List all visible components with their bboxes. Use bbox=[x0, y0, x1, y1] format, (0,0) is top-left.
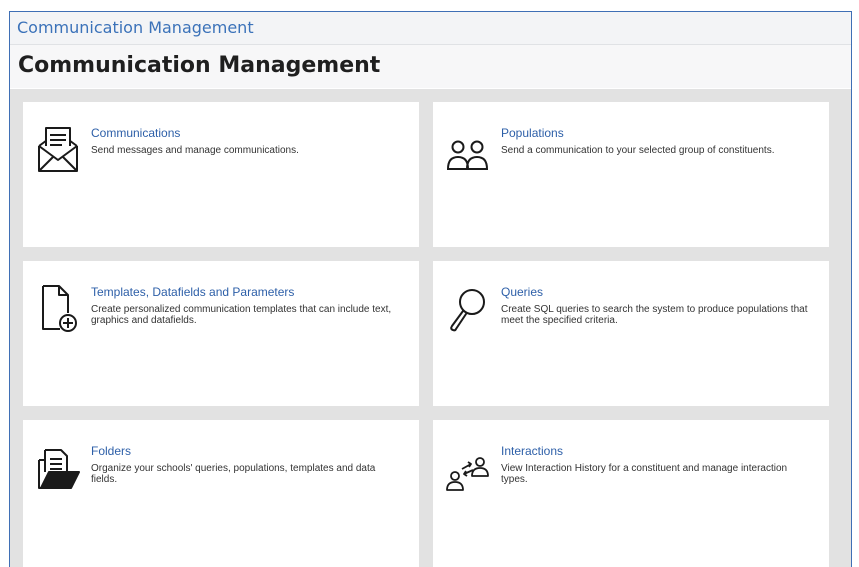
page-title: Communication Management bbox=[18, 53, 381, 78]
people-icon bbox=[445, 124, 491, 174]
envelope-open-icon bbox=[35, 124, 81, 174]
card-title[interactable]: Templates, Datafields and Parameters bbox=[91, 285, 294, 299]
card-description: Send messages and manage communications. bbox=[91, 145, 299, 156]
card-description: Organize your schools' queries, populati… bbox=[91, 463, 376, 485]
card-description: Create SQL queries to search the system … bbox=[501, 304, 808, 326]
document-add-icon bbox=[35, 283, 81, 333]
card-populations[interactable]: Populations Send a communication to your… bbox=[433, 102, 829, 247]
folder-documents-icon bbox=[35, 442, 81, 492]
app-frame: Communication Management Communication M… bbox=[9, 11, 852, 567]
card-title[interactable]: Populations bbox=[501, 126, 564, 140]
card-templates[interactable]: Templates, Datafields and Parameters Cre… bbox=[23, 261, 419, 406]
card-folders[interactable]: Folders Organize your schools' queries, … bbox=[23, 420, 419, 567]
card-title[interactable]: Communications bbox=[91, 126, 180, 140]
card-communications[interactable]: Communications Send messages and manage … bbox=[23, 102, 419, 247]
card-title[interactable]: Interactions bbox=[501, 444, 563, 458]
card-description: Send a communication to your selected gr… bbox=[501, 145, 775, 156]
card-description: View Interaction History for a constitue… bbox=[501, 463, 788, 485]
title-bar: Communication Management bbox=[10, 45, 851, 88]
breadcrumb-link[interactable]: Communication Management bbox=[17, 18, 254, 37]
card-interactions[interactable]: Interactions View Interaction History fo… bbox=[433, 420, 829, 567]
magnifier-icon bbox=[445, 283, 491, 333]
card-grid: Communications Send messages and manage … bbox=[10, 89, 851, 567]
card-description: Create personalized communication templa… bbox=[91, 304, 392, 326]
card-title[interactable]: Queries bbox=[501, 285, 543, 299]
card-title[interactable]: Folders bbox=[91, 444, 131, 458]
card-queries[interactable]: Queries Create SQL queries to search the… bbox=[433, 261, 829, 406]
interaction-icon bbox=[445, 442, 491, 492]
breadcrumb-bar: Communication Management bbox=[10, 12, 851, 45]
